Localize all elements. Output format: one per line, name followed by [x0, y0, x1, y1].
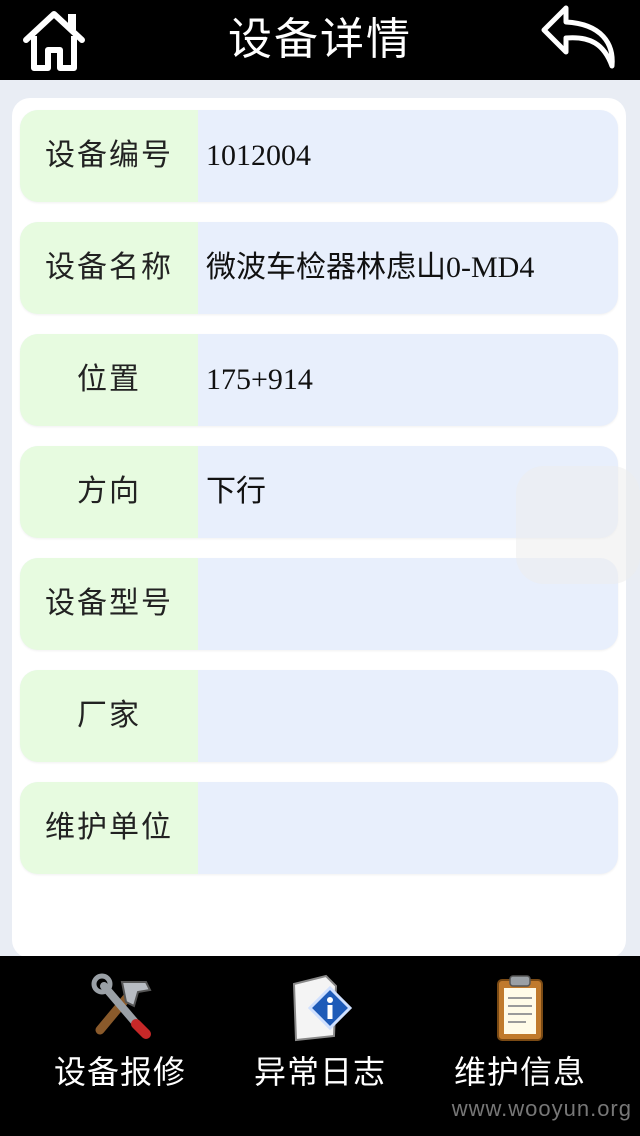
- detail-row-manufacturer: 厂家: [20, 670, 618, 762]
- floating-overlay: [516, 466, 640, 584]
- tab-label: 异常日志: [253, 1053, 386, 1091]
- detail-row-device-id: 设备编号 1012004: [20, 110, 618, 202]
- tab-label: 维护信息: [453, 1053, 586, 1091]
- detail-label: 设备编号: [20, 110, 198, 202]
- detail-value: 下行: [206, 475, 266, 508]
- detail-row-device-name: 设备名称 微波车检器林虑山0-MD4: [20, 222, 618, 314]
- detail-label: 设备名称: [20, 222, 198, 314]
- detail-value: 微波车检器林虑山0-MD4: [206, 251, 535, 284]
- detail-label: 厂家: [20, 670, 198, 762]
- tab-label: 设备报修: [53, 1053, 186, 1091]
- detail-row-maintenance-unit: 维护单位: [20, 782, 618, 874]
- tab-error-log[interactable]: 异常日志: [220, 956, 420, 1136]
- detail-label: 维护单位: [20, 782, 198, 874]
- info-document-icon: [292, 974, 353, 1042]
- detail-row-location: 位置 175+914: [20, 334, 618, 426]
- detail-label: 位置: [20, 334, 198, 426]
- tab-repair[interactable]: 设备报修: [20, 956, 220, 1136]
- bottom-tab-bar: 设备报修 异常日志 维护信息 www.wooyun.org: [0, 956, 640, 1136]
- back-arrow-icon: [541, 5, 615, 69]
- detail-label: 设备型号: [20, 558, 198, 650]
- clipboard-icon: [497, 975, 543, 1041]
- watermark: www.wooyun.org: [451, 1096, 632, 1121]
- detail-label: 方向: [20, 446, 198, 538]
- header-bar: 设备详情: [0, 0, 640, 80]
- back-button[interactable]: [540, 2, 622, 74]
- tools-icon: [91, 973, 152, 1039]
- detail-value: 175+914: [206, 363, 313, 396]
- detail-value: 1012004: [206, 139, 311, 172]
